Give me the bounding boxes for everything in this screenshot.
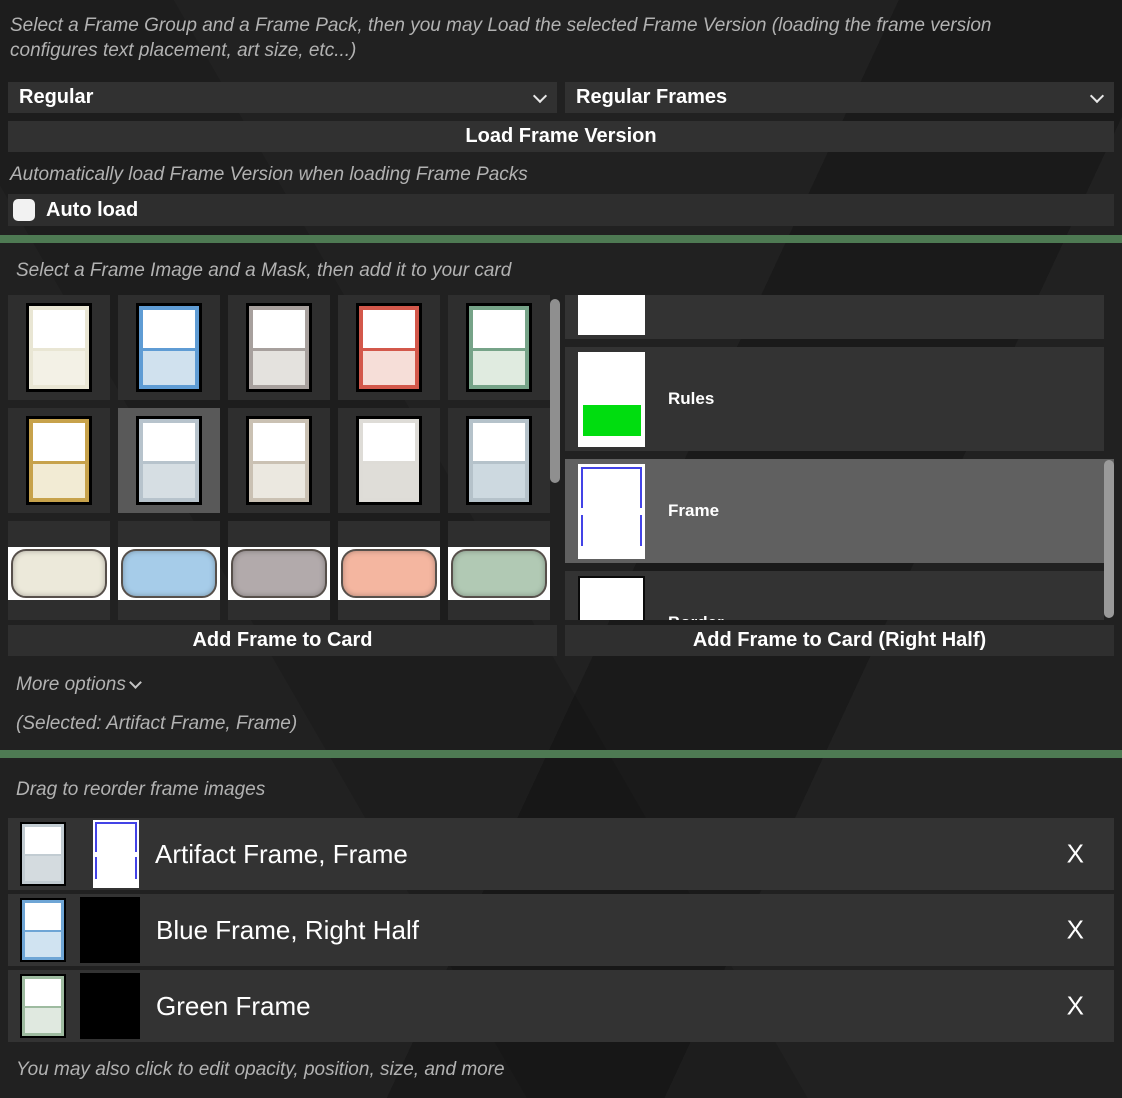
- add-frame-right-half-button[interactable]: Add Frame to Card (Right Half): [565, 625, 1114, 656]
- frame-thumbnail-artifact-frame[interactable]: [118, 408, 220, 513]
- load-frame-version-button[interactable]: Load Frame Version: [8, 121, 1114, 152]
- frame-thumbnail-artifact-frame-alt[interactable]: [448, 408, 550, 513]
- card-frame-image: [26, 303, 92, 392]
- frame-thumbnail-white-pt-box[interactable]: [8, 521, 110, 620]
- frame-layer-image: [20, 898, 66, 962]
- card-frame-image: [356, 416, 422, 505]
- remove-frame-button[interactable]: X: [1067, 839, 1084, 870]
- card-frame-image: [246, 303, 312, 392]
- pt-box-image: [338, 547, 440, 600]
- mask-preview-image: [578, 464, 645, 559]
- frame-group-select[interactable]: Regular: [8, 82, 557, 113]
- card-frame-image: [246, 416, 312, 505]
- frame-thumbnail-green-pt-box[interactable]: [448, 521, 550, 620]
- mask-preview-image: [578, 352, 645, 447]
- card-frame-image: [466, 416, 532, 505]
- frame-layer-image: [20, 822, 66, 886]
- card-frame-image: [466, 303, 532, 392]
- selected-frame-note: (Selected: Artifact Frame, Frame): [16, 711, 297, 736]
- frame-thumbnail-gray-pt-box[interactable]: [228, 521, 330, 620]
- mask-preview-image: [578, 576, 645, 621]
- frame-layer-label: Blue Frame, Right Half: [156, 915, 419, 946]
- mask-label: Rules: [668, 389, 714, 409]
- mask-label: Border: [668, 613, 724, 620]
- mask-item-rules[interactable]: Rules: [565, 347, 1104, 451]
- mask-list: Rules Frame Border: [565, 295, 1114, 620]
- frame-layer-label: Green Frame: [156, 991, 311, 1022]
- frame-version-instructions: Select a Frame Group and a Frame Pack, t…: [10, 13, 1058, 63]
- pt-box-image: [118, 547, 220, 600]
- frame-layer-row[interactable]: Green Frame X: [8, 970, 1114, 1042]
- mask-label: Frame: [668, 501, 719, 521]
- mask-item[interactable]: [565, 295, 1104, 339]
- section-divider: [0, 235, 1122, 243]
- more-options-toggle[interactable]: More options: [16, 672, 140, 697]
- reorder-instructions: Drag to reorder frame images: [16, 777, 265, 802]
- frame-pack-select[interactable]: Regular Frames: [565, 82, 1114, 113]
- remove-frame-button[interactable]: X: [1067, 991, 1084, 1022]
- mask-item-border[interactable]: Border: [565, 571, 1104, 620]
- more-options-label: More options: [16, 674, 126, 695]
- chevron-down-icon: [533, 89, 547, 103]
- pt-box-image: [8, 547, 110, 600]
- frame-layer-row[interactable]: Blue Frame, Right Half X: [8, 894, 1114, 966]
- pt-box-image: [448, 547, 550, 600]
- frame-thumbnail-gold-frame[interactable]: [8, 408, 110, 513]
- frame-picker-instructions: Select a Frame Image and a Mask, then ad…: [16, 258, 511, 283]
- card-frame-image: [136, 303, 202, 392]
- frame-thumbnail-gray-frame[interactable]: [228, 295, 330, 400]
- chevron-down-icon: [1090, 89, 1104, 103]
- frame-thumbnail-green-frame[interactable]: [448, 295, 550, 400]
- frame-image-grid: [8, 295, 560, 620]
- frame-thumbnail-blue-frame[interactable]: [118, 295, 220, 400]
- frame-layer-row[interactable]: Artifact Frame, Frame X: [8, 818, 1114, 890]
- card-frame-image: [356, 303, 422, 392]
- chevron-down-icon: [129, 676, 142, 689]
- section-divider: [0, 750, 1122, 758]
- frame-thumbnail-red-frame[interactable]: [338, 295, 440, 400]
- mask-preview-image: [578, 295, 645, 335]
- auto-load-row: Auto load: [8, 194, 1114, 226]
- frame-layer-mask-image: [80, 973, 140, 1039]
- card-frame-image: [136, 416, 202, 505]
- frame-layer-image: [20, 974, 66, 1038]
- pt-box-image: [228, 547, 330, 600]
- mask-list-scrollbar[interactable]: [1104, 460, 1114, 618]
- frame-thumbnail-white-frame[interactable]: [8, 295, 110, 400]
- frame-layer-mask-image: [80, 897, 140, 963]
- frame-thumbnail-white-textured-frame[interactable]: [228, 408, 330, 513]
- auto-load-note: Automatically load Frame Version when lo…: [10, 162, 528, 187]
- remove-frame-button[interactable]: X: [1067, 915, 1084, 946]
- frame-thumbnail-red-pt-box[interactable]: [338, 521, 440, 620]
- frame-pack-value: Regular Frames: [576, 86, 727, 109]
- frame-thumbnail-blue-pt-box[interactable]: [118, 521, 220, 620]
- frame-grid-scrollbar[interactable]: [550, 299, 560, 483]
- frame-thumbnail-colorless-frame[interactable]: [338, 408, 440, 513]
- edit-hint-note: You may also click to edit opacity, posi…: [16, 1057, 505, 1082]
- add-frame-button[interactable]: Add Frame to Card: [8, 625, 557, 656]
- auto-load-label: Auto load: [46, 199, 138, 222]
- card-frame-image: [26, 416, 92, 505]
- auto-load-checkbox[interactable]: [13, 199, 35, 221]
- mask-item-frame[interactable]: Frame: [565, 459, 1114, 563]
- frame-layer-label: Artifact Frame, Frame: [155, 839, 408, 870]
- frame-group-value: Regular: [19, 86, 93, 109]
- frame-layer-mask-image: [93, 820, 139, 888]
